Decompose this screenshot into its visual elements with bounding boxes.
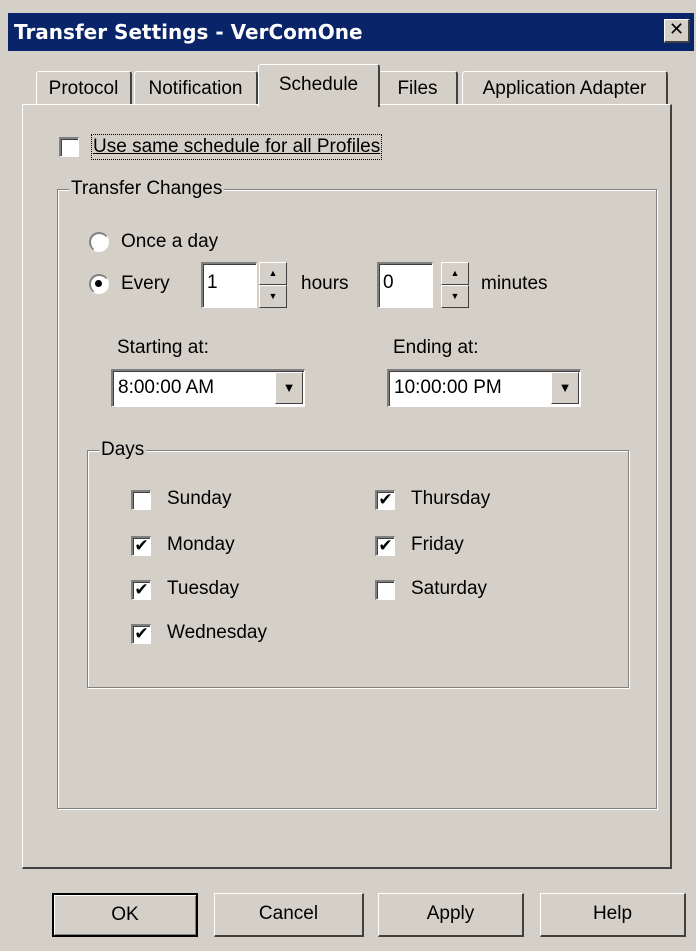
wednesday-label[interactable]: Wednesday bbox=[167, 622, 267, 644]
wednesday-checkbox[interactable]: ✔ bbox=[131, 624, 151, 644]
saturday-checkbox[interactable] bbox=[375, 580, 395, 600]
apply-button[interactable]: Apply bbox=[378, 893, 524, 937]
ok-label: OK bbox=[111, 904, 139, 925]
up-arrow-icon: ▲ bbox=[268, 268, 278, 278]
help-button[interactable]: Help bbox=[540, 893, 686, 937]
minutes-label: minutes bbox=[481, 273, 548, 294]
sunday-checkbox[interactable] bbox=[131, 490, 151, 510]
transfer-settings-dialog: Transfer Settings - VerComOne ✕ Protocol… bbox=[0, 0, 696, 951]
tuesday-label[interactable]: Tuesday bbox=[167, 578, 239, 600]
down-arrow-icon: ▼ bbox=[268, 291, 278, 301]
starting-time-combo[interactable]: 8:00:00 AM ▼ bbox=[111, 369, 305, 407]
starting-time-dropdown-button[interactable]: ▼ bbox=[275, 372, 303, 404]
once-a-day-radio[interactable] bbox=[89, 232, 109, 252]
friday-checkbox[interactable]: ✔ bbox=[375, 536, 395, 556]
hours-down-button[interactable]: ▼ bbox=[259, 285, 287, 308]
friday-label[interactable]: Friday bbox=[411, 534, 464, 556]
monday-checkbox[interactable]: ✔ bbox=[131, 536, 151, 556]
up-arrow-icon: ▲ bbox=[450, 268, 460, 278]
cancel-button[interactable]: Cancel bbox=[214, 893, 364, 937]
help-label: Help bbox=[592, 903, 633, 924]
hours-value: 1 bbox=[207, 272, 218, 293]
every-label[interactable]: Every bbox=[121, 273, 170, 295]
same-schedule-label[interactable]: Use same schedule for all Profiles bbox=[90, 134, 383, 160]
tab-notification[interactable]: Notification bbox=[134, 71, 258, 104]
close-icon: ✕ bbox=[668, 19, 685, 40]
minutes-spinner[interactable]: ▲ ▼ bbox=[441, 262, 469, 308]
tab-protocol[interactable]: Protocol bbox=[36, 71, 132, 104]
window-title: Transfer Settings - VerComOne bbox=[14, 20, 363, 44]
check-icon: ✔ bbox=[378, 536, 393, 556]
days-title: Days bbox=[99, 439, 147, 461]
minutes-up-button[interactable]: ▲ bbox=[441, 262, 469, 285]
check-icon: ✔ bbox=[378, 490, 393, 510]
check-icon: ✔ bbox=[134, 536, 149, 556]
ending-time-combo[interactable]: 10:00:00 PM ▼ bbox=[387, 369, 581, 407]
transfer-changes-title: Transfer Changes bbox=[69, 178, 225, 200]
tab-label: Schedule bbox=[278, 74, 359, 95]
cancel-label: Cancel bbox=[258, 903, 319, 924]
hours-spinner[interactable]: ▲ ▼ bbox=[259, 262, 287, 308]
minutes-down-button[interactable]: ▼ bbox=[441, 285, 469, 308]
thursday-label[interactable]: Thursday bbox=[411, 488, 490, 510]
saturday-label[interactable]: Saturday bbox=[411, 578, 487, 600]
same-schedule-checkbox[interactable] bbox=[59, 137, 79, 157]
sunday-label[interactable]: Sunday bbox=[167, 488, 231, 510]
ending-time-value: 10:00:00 PM bbox=[394, 377, 502, 398]
schedule-tab-panel: Use same schedule for all Profiles Trans… bbox=[22, 104, 672, 869]
starting-at-label: Starting at: bbox=[117, 337, 209, 358]
tab-label: Application Adapter bbox=[482, 78, 647, 99]
once-a-day-label[interactable]: Once a day bbox=[121, 231, 218, 253]
tab-label: Protocol bbox=[48, 78, 119, 99]
apply-label: Apply bbox=[426, 903, 475, 924]
tab-files[interactable]: Files bbox=[378, 71, 458, 104]
tab-schedule[interactable]: Schedule bbox=[258, 64, 380, 107]
days-group bbox=[87, 450, 629, 688]
chevron-down-icon: ▼ bbox=[282, 380, 296, 395]
minutes-input[interactable]: 0 bbox=[377, 262, 433, 308]
tuesday-checkbox[interactable]: ✔ bbox=[131, 580, 151, 600]
hours-input[interactable]: 1 bbox=[201, 262, 257, 308]
starting-time-value: 8:00:00 AM bbox=[118, 377, 215, 398]
ending-time-dropdown-button[interactable]: ▼ bbox=[551, 372, 579, 404]
chevron-down-icon: ▼ bbox=[558, 380, 572, 395]
thursday-checkbox[interactable]: ✔ bbox=[375, 490, 395, 510]
minutes-value: 0 bbox=[383, 272, 394, 293]
hours-label: hours bbox=[301, 273, 349, 294]
close-button[interactable]: ✕ bbox=[664, 19, 690, 43]
tab-label: Files bbox=[397, 78, 438, 99]
check-icon: ✔ bbox=[134, 580, 149, 600]
tab-label: Notification bbox=[148, 78, 243, 99]
hours-up-button[interactable]: ▲ bbox=[259, 262, 287, 285]
ok-button[interactable]: OK bbox=[52, 893, 198, 937]
title-bar[interactable]: Transfer Settings - VerComOne ✕ bbox=[8, 13, 694, 51]
check-icon: ✔ bbox=[134, 624, 149, 644]
ending-at-label: Ending at: bbox=[393, 337, 479, 358]
every-radio[interactable] bbox=[89, 274, 109, 294]
tab-application-adapter[interactable]: Application Adapter bbox=[462, 71, 668, 104]
monday-label[interactable]: Monday bbox=[167, 534, 235, 556]
down-arrow-icon: ▼ bbox=[450, 291, 460, 301]
